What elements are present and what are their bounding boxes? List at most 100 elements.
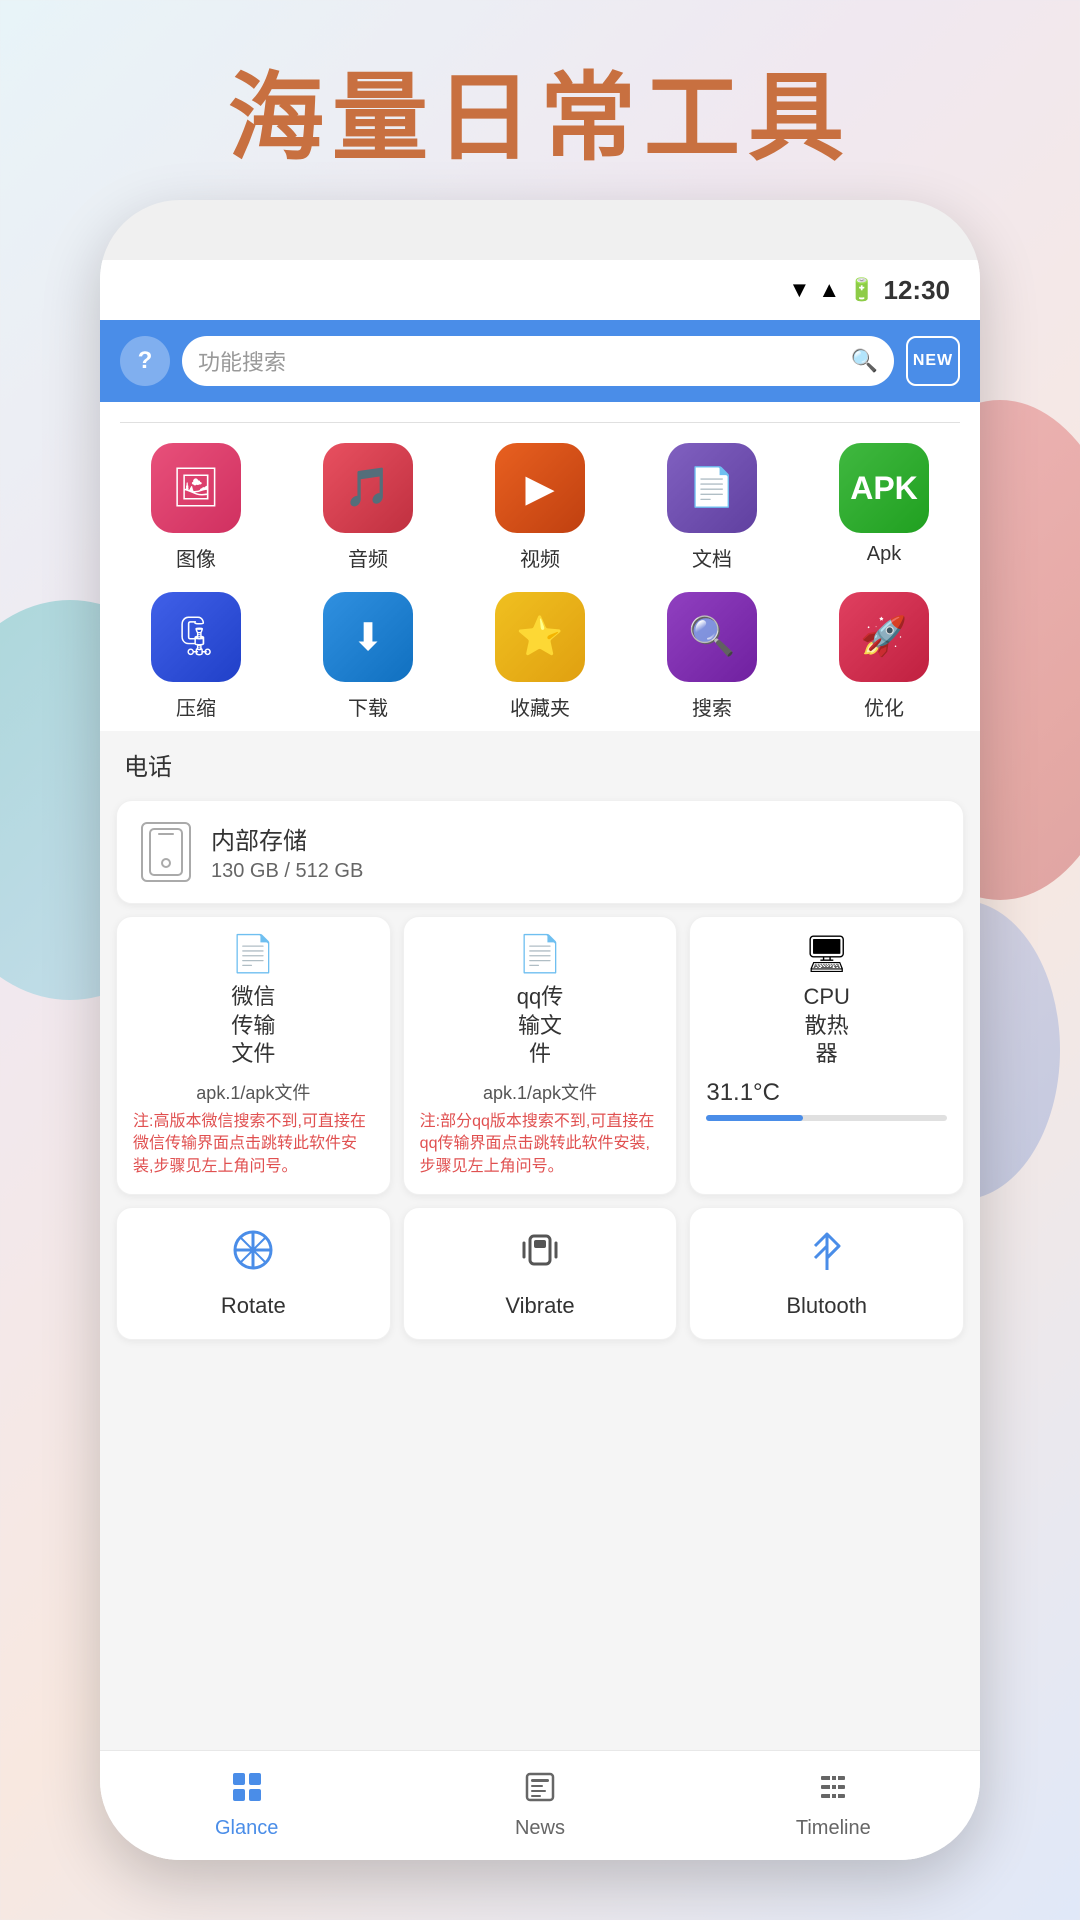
storage-info: 内部存储 130 GB / 512 GB: [211, 821, 363, 883]
search-bar[interactable]: 功能搜索 🔍: [182, 336, 894, 386]
tool-card-vibrate[interactable]: Vibrate: [403, 1207, 678, 1340]
app-header: ? 功能搜索 🔍 NEW: [100, 320, 980, 402]
storage-card[interactable]: 内部存储 130 GB / 512 GB: [116, 800, 964, 904]
icon-box-favorites: ⭐: [495, 592, 585, 682]
icon-item-search[interactable]: 🔍 搜索: [657, 592, 767, 721]
status-time: 12:30: [884, 275, 951, 306]
content-white: 🖼 图像 🎵 音频 ▶ 视频: [100, 402, 980, 731]
nav-item-news[interactable]: News: [393, 1751, 686, 1860]
nav-label-news: News: [515, 1817, 565, 1840]
icon-item-compress[interactable]: 🗜 压缩: [141, 592, 251, 721]
nav-label-timeline: Timeline: [796, 1817, 871, 1840]
lower-section: 电话 内部存储 130 GB / 512 GB: [100, 731, 980, 1360]
icon-item-doc[interactable]: 📄 文档: [657, 443, 767, 572]
optimize-icon: 🚀: [860, 615, 907, 659]
icon-label-favorites: 收藏夹: [510, 692, 570, 721]
help-button[interactable]: ?: [120, 336, 170, 386]
tool-label-rotate: Rotate: [221, 1293, 286, 1319]
search-icon[interactable]: 🔍: [851, 348, 878, 374]
section-header-phone: 电话: [100, 731, 980, 792]
cpu-temp: 31.1°C: [706, 1079, 947, 1107]
icon-item-favorites[interactable]: ⭐ 收藏夹: [485, 592, 595, 721]
icon-row-1: 🖼 图像 🎵 音频 ▶ 视频: [100, 423, 980, 582]
icon-box-doc: 📄: [667, 443, 757, 533]
icon-box-audio: 🎵: [323, 443, 413, 533]
phone-frame: ▼ ▲ 🔋 12:30 ? 功能搜索 🔍 NEW: [100, 200, 980, 1860]
icon-label-apk: Apk: [867, 543, 901, 566]
tool-cards-row: Rotate Vibrate: [116, 1207, 964, 1340]
bluetooth-icon: [805, 1228, 849, 1283]
vibrate-icon: [518, 1228, 562, 1283]
status-bar: ▼ ▲ 🔋 12:30: [100, 260, 980, 320]
tool-label-bluetooth: Blutooth: [786, 1293, 867, 1319]
icon-label-compress: 压缩: [176, 692, 216, 721]
wechat-card-title: 微信 传输 文件: [133, 983, 374, 1069]
icon-box-video: ▶: [495, 443, 585, 533]
icon-box-search: 🔍: [667, 592, 757, 682]
icon-label-audio: 音频: [348, 543, 388, 572]
storage-detail: 130 GB / 512 GB: [211, 860, 363, 883]
scrollable-content: 🖼 图像 🎵 音频 ▶ 视频: [100, 402, 980, 1860]
feature-card-wechat[interactable]: 📄 微信 传输 文件 apk.1/apk文件 注:高版本微信搜索不到,可直接在微…: [116, 916, 391, 1195]
feature-card-qq[interactable]: 📄 qq传 输文 件 apk.1/apk文件 注:部分qq版本搜索不到,可直接在…: [403, 916, 678, 1195]
wechat-card-icon: 📄: [133, 933, 374, 975]
icon-box-apk: APK: [839, 443, 929, 533]
image-icon: 🖼: [172, 466, 220, 510]
cpu-bar: [706, 1115, 947, 1121]
icon-label-optimize: 优化: [864, 692, 904, 721]
video-icon: ▶: [525, 466, 554, 511]
audio-icon: 🎵: [344, 466, 391, 510]
cpu-bar-fill: [706, 1115, 802, 1121]
search-tool-icon: 🔍: [688, 615, 735, 659]
status-icons: ▼ ▲ 🔋 12:30: [789, 275, 950, 306]
icon-item-apk[interactable]: APK Apk: [829, 443, 939, 572]
icon-item-audio[interactable]: 🎵 音频: [313, 443, 423, 572]
qq-card-title: qq传 输文 件: [420, 983, 661, 1069]
feature-card-cpu[interactable]: 🖥 CPU 散热 器 31.1°C: [689, 916, 964, 1195]
battery-icon: 🔋: [848, 277, 875, 303]
qq-card-desc: 注:部分qq版本搜索不到,可直接在qq传输界面点击跳转此软件安装,步骤见左上角问…: [420, 1111, 661, 1178]
signal-icon: ▲: [818, 277, 840, 303]
new-badge[interactable]: NEW: [906, 336, 960, 386]
search-placeholder: 功能搜索: [198, 345, 843, 377]
rotate-icon: [231, 1228, 275, 1283]
bottom-nav: Glance News: [100, 1750, 980, 1860]
qq-card-icon: 📄: [420, 933, 661, 975]
wechat-card-subtitle: apk.1/apk文件: [133, 1079, 374, 1105]
page-title: 海量日常工具: [0, 40, 1080, 179]
icon-box-download: ⬇: [323, 592, 413, 682]
storage-title: 内部存储: [211, 821, 363, 856]
icon-label-download: 下载: [348, 692, 388, 721]
new-badge-text: NEW: [913, 352, 953, 370]
timeline-icon: [817, 1771, 849, 1811]
storage-icon: [141, 822, 191, 882]
glance-icon: [231, 1771, 263, 1811]
icon-item-image[interactable]: 🖼 图像: [141, 443, 251, 572]
apk-icon: APK: [850, 470, 918, 507]
feature-cards-row: 📄 微信 传输 文件 apk.1/apk文件 注:高版本微信搜索不到,可直接在微…: [116, 916, 964, 1195]
tool-card-bluetooth[interactable]: Blutooth: [689, 1207, 964, 1340]
tool-label-vibrate: Vibrate: [505, 1293, 574, 1319]
icon-row-2: 🗜 压缩 ⬇ 下载 ⭐ 收藏夹: [100, 582, 980, 731]
nav-label-glance: Glance: [215, 1817, 278, 1840]
icon-item-optimize[interactable]: 🚀 优化: [829, 592, 939, 721]
wechat-card-desc: 注:高版本微信搜索不到,可直接在微信传输界面点击跳转此软件安装,步骤见左上角问号…: [133, 1111, 374, 1178]
qq-card-subtitle: apk.1/apk文件: [420, 1079, 661, 1105]
icon-item-download[interactable]: ⬇ 下载: [313, 592, 423, 721]
nav-item-timeline[interactable]: Timeline: [687, 1751, 980, 1860]
icon-box-image: 🖼: [151, 443, 241, 533]
news-icon: [524, 1771, 556, 1811]
tool-card-rotate[interactable]: Rotate: [116, 1207, 391, 1340]
icon-label-doc: 文档: [692, 543, 732, 572]
favorites-icon: ⭐: [516, 615, 563, 659]
icon-box-optimize: 🚀: [839, 592, 929, 682]
doc-icon: 📄: [688, 466, 735, 510]
icon-label-search: 搜索: [692, 692, 732, 721]
cpu-card-title: CPU 散热 器: [706, 983, 947, 1069]
icon-item-video[interactable]: ▶ 视频: [485, 443, 595, 572]
icon-label-image: 图像: [176, 543, 216, 572]
download-icon: ⬇: [352, 615, 384, 660]
nav-item-glance[interactable]: Glance: [100, 1751, 393, 1860]
wifi-icon: ▼: [789, 277, 811, 303]
compress-icon: 🗜: [172, 615, 220, 659]
